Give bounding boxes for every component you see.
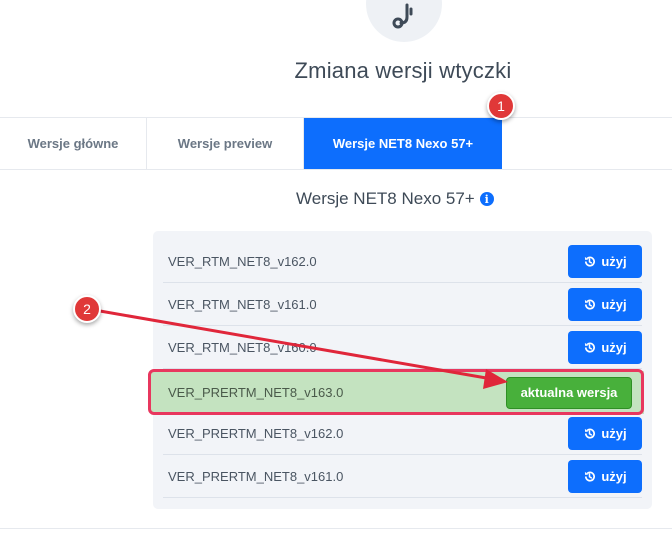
use-version-button[interactable]: użyj xyxy=(568,330,642,364)
version-tabs: Wersje główne Wersje preview Wersje NET8… xyxy=(0,117,672,170)
use-button-label: użyj xyxy=(601,253,627,269)
history-icon xyxy=(583,255,596,268)
versions-panel: VER_RTM_NET8_v162.0 użyj VER_RTM_NET8_v1… xyxy=(151,231,652,509)
version-row: VER_PRERTM_NET8_v161.0 użyj xyxy=(163,455,642,498)
info-icon[interactable]: i xyxy=(479,192,494,206)
version-name: VER_RTM_NET8_v160.0 xyxy=(168,339,317,355)
use-button-label: użyj xyxy=(601,468,627,484)
version-name: VER_PRERTM_NET8_v163.0 xyxy=(168,385,344,400)
section-title-text: Wersje NET8 Nexo 57+ xyxy=(296,189,475,208)
version-name: VER_RTM_NET8_v161.0 xyxy=(168,296,317,312)
tab-preview-versions[interactable]: Wersje preview xyxy=(147,118,304,169)
use-version-button[interactable]: użyj xyxy=(568,287,642,321)
version-name: VER_PRERTM_NET8_v161.0 xyxy=(168,468,344,484)
tab-net8-versions[interactable]: Wersje NET8 Nexo 57+ xyxy=(304,118,502,169)
use-button-label: użyj xyxy=(601,296,627,312)
use-version-button[interactable]: użyj xyxy=(568,416,642,450)
version-row: VER_RTM_NET8_v161.0 użyj xyxy=(163,283,642,326)
version-row: VER_PRERTM_NET8_v162.0 użyj xyxy=(163,412,642,455)
use-button-label: użyj xyxy=(601,425,627,441)
history-icon xyxy=(583,427,596,440)
history-icon xyxy=(583,470,596,483)
version-row: VER_RTM_NET8_v162.0 użyj xyxy=(163,240,642,283)
annotation-badge-1: 1 xyxy=(487,92,515,120)
plug-icon xyxy=(366,0,442,42)
version-name: VER_RTM_NET8_v162.0 xyxy=(168,253,317,269)
current-version-button[interactable]: aktualna wersja xyxy=(506,376,632,409)
annotation-badge-2: 2 xyxy=(73,295,101,323)
tab-main-versions[interactable]: Wersje główne xyxy=(0,118,147,169)
version-name: VER_PRERTM_NET8_v162.0 xyxy=(168,425,344,441)
section-title: Wersje NET8 Nexo 57+ i xyxy=(296,189,494,209)
use-version-button[interactable]: użyj xyxy=(568,244,642,278)
history-icon xyxy=(583,341,596,354)
use-version-button[interactable]: użyj xyxy=(568,459,642,493)
page-title: Zmiana wersji wtyczki xyxy=(294,58,512,83)
history-icon xyxy=(583,298,596,311)
version-row: VER_RTM_NET8_v160.0 użyj xyxy=(163,326,642,369)
divider xyxy=(0,528,672,529)
use-button-label: użyj xyxy=(601,339,627,355)
version-row-current: VER_PRERTM_NET8_v163.0 aktualna wersja xyxy=(151,371,644,414)
